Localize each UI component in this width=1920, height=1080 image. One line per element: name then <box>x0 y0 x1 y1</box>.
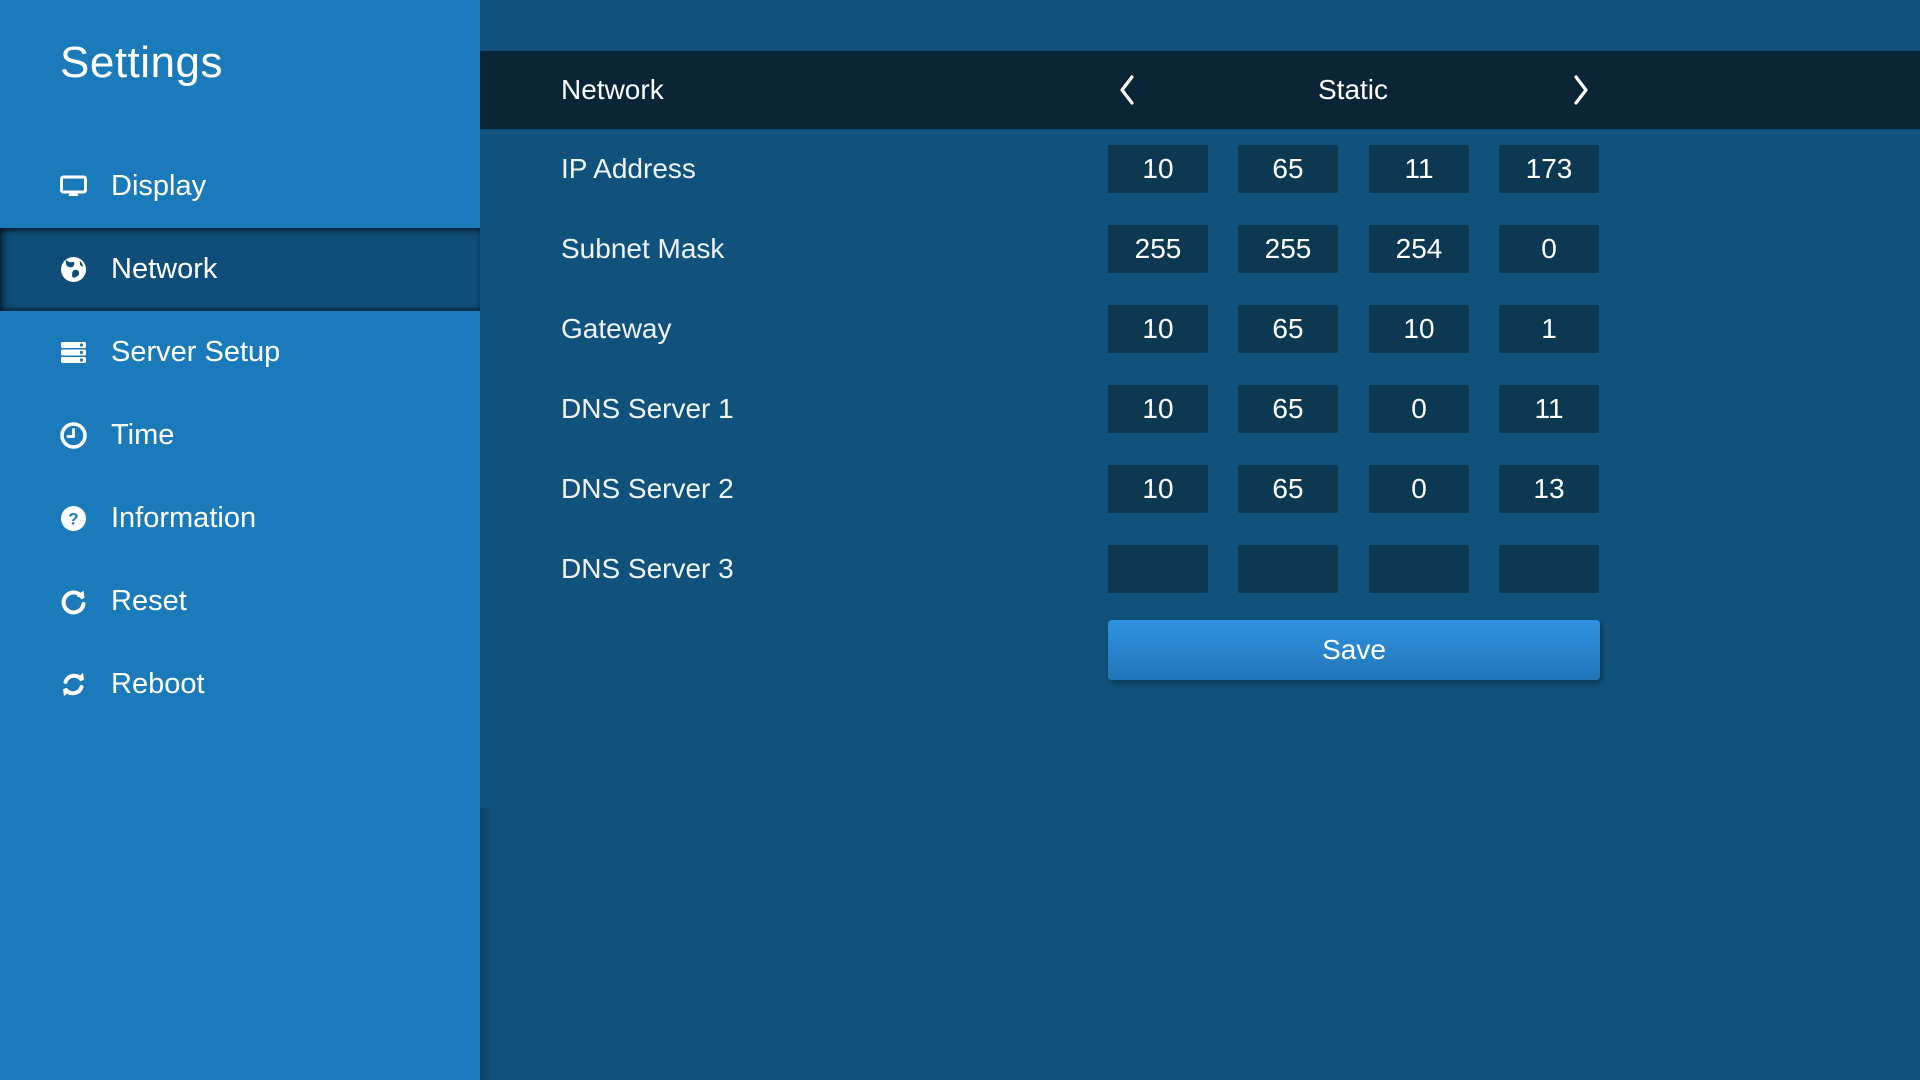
gateway-octet-3[interactable]: 10 <box>1369 305 1469 353</box>
form-row-dns-server-3: DNS Server 3 <box>480 529 1920 609</box>
sidebar-menu: Display Network <box>0 145 480 726</box>
dns2-octet-1[interactable]: 10 <box>1108 465 1208 513</box>
subnet-mask-octet-2[interactable]: 255 <box>1238 225 1338 273</box>
sidebar-item-display[interactable]: Display <box>0 145 480 228</box>
sidebar-shadow <box>480 808 493 1080</box>
gateway-octet-1[interactable]: 10 <box>1108 305 1208 353</box>
server-icon <box>60 339 87 366</box>
row-label: Gateway <box>561 313 672 345</box>
sidebar-item-label: Display <box>111 170 206 203</box>
sidebar-item-label: Reset <box>111 585 187 618</box>
form-row-dns-server-1: DNS Server 1 10 65 0 11 <box>480 369 1920 449</box>
save-button[interactable]: Save <box>1108 620 1600 680</box>
dns1-octet-3[interactable]: 0 <box>1369 385 1469 433</box>
dns3-octet-4[interactable] <box>1499 545 1599 593</box>
chevron-left-icon[interactable] <box>1105 68 1149 112</box>
time-icon <box>60 422 87 449</box>
dns2-octet-4[interactable]: 13 <box>1499 465 1599 513</box>
sidebar-item-reboot[interactable]: Reboot <box>0 643 480 726</box>
row-label: DNS Server 2 <box>561 473 734 505</box>
ip-address-octet-3[interactable]: 11 <box>1369 145 1469 193</box>
reboot-icon <box>60 671 87 698</box>
subnet-mask-octet-4[interactable]: 0 <box>1499 225 1599 273</box>
row-label: DNS Server 1 <box>561 393 734 425</box>
row-label: IP Address <box>561 153 696 185</box>
sidebar-item-label: Network <box>111 253 217 286</box>
sidebar-item-network[interactable]: Network <box>0 228 480 311</box>
sidebar-item-label: Reboot <box>111 668 205 701</box>
form-row-dns-server-2: DNS Server 2 10 65 0 13 <box>480 449 1920 529</box>
svg-text:?: ? <box>68 510 78 529</box>
row-label: DNS Server 3 <box>561 553 734 585</box>
gateway-octet-4[interactable]: 1 <box>1499 305 1599 353</box>
chevron-right-icon[interactable] <box>1559 68 1603 112</box>
sidebar-item-information[interactable]: ? Information <box>0 477 480 560</box>
sidebar-item-label: Server Setup <box>111 336 280 369</box>
display-icon <box>60 173 87 200</box>
network-icon <box>60 256 87 283</box>
sidebar-title: Settings <box>60 38 223 88</box>
dns2-octet-3[interactable]: 0 <box>1369 465 1469 513</box>
dns3-octet-2[interactable] <box>1238 545 1338 593</box>
settings-sidebar: Settings Display Network <box>0 0 480 1080</box>
information-icon: ? <box>60 505 87 532</box>
form-row-subnet-mask: Subnet Mask 255 255 254 0 <box>480 209 1920 289</box>
sidebar-item-server-setup[interactable]: Server Setup <box>0 311 480 394</box>
form-row-ip-address: IP Address 10 65 11 173 <box>480 129 1920 209</box>
sidebar-item-label: Information <box>111 502 256 535</box>
ip-address-octet-4[interactable]: 173 <box>1499 145 1599 193</box>
dns2-octet-2[interactable]: 65 <box>1238 465 1338 513</box>
network-mode-value: Static <box>1318 74 1388 106</box>
dns1-octet-2[interactable]: 65 <box>1238 385 1338 433</box>
ip-address-octet-1[interactable]: 10 <box>1108 145 1208 193</box>
form-row-gateway: Gateway 10 65 10 1 <box>480 289 1920 369</box>
page-title: Network <box>561 74 664 106</box>
subnet-mask-octet-1[interactable]: 255 <box>1108 225 1208 273</box>
ip-address-octet-2[interactable]: 65 <box>1238 145 1338 193</box>
sidebar-item-time[interactable]: Time <box>0 394 480 477</box>
reset-icon <box>60 588 87 615</box>
row-label: Subnet Mask <box>561 233 724 265</box>
subnet-mask-octet-3[interactable]: 254 <box>1369 225 1469 273</box>
gateway-octet-2[interactable]: 65 <box>1238 305 1338 353</box>
dns3-octet-3[interactable] <box>1369 545 1469 593</box>
sidebar-item-label: Time <box>111 419 174 452</box>
network-form: IP Address 10 65 11 173 Subnet Mask 255 … <box>480 129 1920 609</box>
content-header: Network Static <box>480 51 1920 129</box>
dns3-octet-1[interactable] <box>1108 545 1208 593</box>
dns1-octet-4[interactable]: 11 <box>1499 385 1599 433</box>
dns1-octet-1[interactable]: 10 <box>1108 385 1208 433</box>
sidebar-item-reset[interactable]: Reset <box>0 560 480 643</box>
